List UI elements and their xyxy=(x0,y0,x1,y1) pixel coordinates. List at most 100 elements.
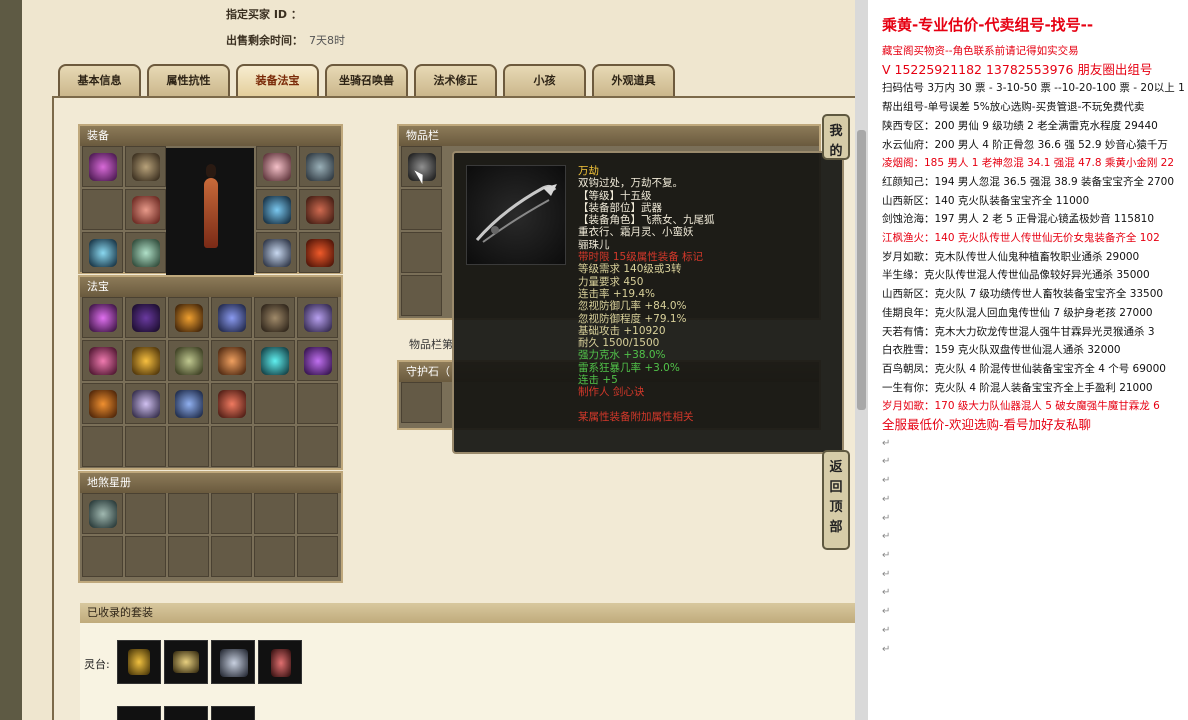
fabao-slot[interactable] xyxy=(125,297,166,338)
suit-icon[interactable] xyxy=(211,706,255,720)
tooltip-attribute-line: 雷系狂暴几率 +3.0% xyxy=(578,361,680,374)
tooltip-attribute-line: 忽视防御几率 +84.0% xyxy=(578,300,687,313)
fabao-slot[interactable] xyxy=(82,297,123,338)
fabao-slot[interactable] xyxy=(125,383,166,424)
tab-equipment[interactable]: 装备法宝 xyxy=(236,64,319,96)
suit-icon[interactable] xyxy=(117,640,161,684)
equip-slot-weapon[interactable] xyxy=(82,232,123,273)
tab-bar: 基本信息 属性抗性 装备法宝 坐骑召唤兽 法术修正 小孩 外观道具 xyxy=(58,64,675,96)
paragraph-mark: ↵ xyxy=(882,624,891,636)
paragraph-mark: ↵ xyxy=(882,437,891,449)
item-description: 双钩过处，万劫不复。 xyxy=(578,177,683,190)
fabao-slot-empty[interactable] xyxy=(254,426,295,467)
disha-slot-empty[interactable] xyxy=(168,493,209,534)
equip-slot-helmet[interactable] xyxy=(82,146,123,187)
doc-line: 帮出组号-单号误差 5%放心选购-买贵管退-不玩免费代卖 xyxy=(882,101,1145,114)
game-window: 指定买家 ID ： 出售剩余时间： 7天8时 基本信息 属性抗性 装备法宝 坐骑召… xyxy=(0,0,855,720)
disha-slot-empty[interactable] xyxy=(82,536,123,577)
suit-icon[interactable] xyxy=(164,706,208,720)
paragraph-mark: ↵ xyxy=(882,493,891,505)
fabao-slot-empty[interactable] xyxy=(297,383,338,424)
equip-slot-armor[interactable] xyxy=(125,189,166,230)
fabao-slot[interactable] xyxy=(297,297,338,338)
equip-slot-belt[interactable] xyxy=(256,232,297,273)
suit-icon[interactable] xyxy=(117,706,161,720)
fabao-slot[interactable] xyxy=(168,340,209,381)
item-name: 万劫 xyxy=(578,165,599,177)
inventory-slot-empty[interactable] xyxy=(401,232,442,273)
equip-slot-ring-1[interactable] xyxy=(256,189,297,230)
fabao-slot[interactable] xyxy=(254,340,295,381)
doc-line: 陕西专区：200 男仙 9 级功绩 2 老全满雷克水程度 29440 xyxy=(882,119,1158,132)
fabao-slot-empty[interactable] xyxy=(211,426,252,467)
disha-slot-empty[interactable] xyxy=(211,536,252,577)
disha-slot-empty[interactable] xyxy=(125,493,166,534)
tab-attributes[interactable]: 属性抗性 xyxy=(147,64,230,96)
tab-basic-info[interactable]: 基本信息 xyxy=(58,64,141,96)
my-side-button[interactable]: 我的 xyxy=(822,114,850,160)
suit-icon[interactable] xyxy=(211,640,255,684)
doc-line: 岁月如歌：克木队传世人仙鬼种植畜牧职业通杀 29000 xyxy=(882,250,1140,263)
fabao-slot-empty[interactable] xyxy=(82,426,123,467)
tooltip-attribute-line: 力量要求 450 xyxy=(578,275,644,288)
equip-slot-boots[interactable] xyxy=(125,232,166,273)
doc-line: 凌烟阁：185 男人 1 老神忽混 34.1 强混 47.8 乘黄小金刚 22 xyxy=(882,157,1175,170)
doc-line: 扫码估号 3万内 30 票 - 3-10-50 票 --10-20-100 票 … xyxy=(882,82,1185,95)
fabao-slot-empty[interactable] xyxy=(297,426,338,467)
doc-line: 水云仙府：200 男人 4 阶正骨忽 36.6 强 52.9 妙音心猿千万 xyxy=(882,138,1168,151)
disha-slot-empty[interactable] xyxy=(297,493,338,534)
equip-slot-necklace[interactable] xyxy=(125,146,166,187)
equip-slot-accessory-1[interactable] xyxy=(256,146,297,187)
doc-line: 全服最低价-欢迎选购-看号加好友私聊 xyxy=(882,417,1092,433)
vertical-scrollbar[interactable] xyxy=(855,0,868,720)
doc-line: 山西新区：克火队 7 级功绩传世人畜牧装备宝宝齐全 33500 xyxy=(882,288,1164,301)
suit-icon[interactable] xyxy=(258,640,302,684)
fabao-slot[interactable] xyxy=(168,383,209,424)
tab-spell-correction[interactable]: 法术修正 xyxy=(414,64,497,96)
tab-appearance[interactable]: 外观道具 xyxy=(592,64,675,96)
tab-children[interactable]: 小孩 xyxy=(503,64,586,96)
disha-slot-empty[interactable] xyxy=(254,536,295,577)
fabao-slot[interactable] xyxy=(125,340,166,381)
equip-slot-ring-2[interactable] xyxy=(299,189,340,230)
fabao-slot[interactable] xyxy=(297,340,338,381)
back-to-top-button[interactable]: 返回顶部 xyxy=(822,450,850,550)
fabao-slot[interactable] xyxy=(211,297,252,338)
fabao-slot[interactable] xyxy=(82,340,123,381)
doc-line: V 15225921182 13782553976 朋友圈出组号 xyxy=(882,61,1153,77)
paragraph-mark: ↵ xyxy=(882,549,891,561)
fabao-slot[interactable] xyxy=(211,383,252,424)
equip-slot-accessory-2[interactable] xyxy=(299,146,340,187)
equip-slot-empty[interactable] xyxy=(82,189,123,230)
equip-slot-talisman[interactable] xyxy=(299,232,340,273)
inventory-slot-empty[interactable] xyxy=(401,189,442,230)
paragraph-mark: ↵ xyxy=(882,568,891,580)
inventory-slot-empty[interactable] xyxy=(401,275,442,316)
suit-icon[interactable] xyxy=(164,640,208,684)
disha-slot[interactable] xyxy=(82,493,123,534)
fabao-slot[interactable] xyxy=(211,340,252,381)
tab-mounts-pets[interactable]: 坐骑召唤兽 xyxy=(325,64,408,96)
fabao-slot[interactable] xyxy=(82,383,123,424)
disha-slot-empty[interactable] xyxy=(125,536,166,577)
disha-slot-empty[interactable] xyxy=(254,493,295,534)
doc-line: 佳期良年：克火队混人回血鬼传世仙 7 级护身老孩 27000 xyxy=(882,306,1153,319)
inventory-page-label: 物品栏第 xyxy=(409,338,453,351)
tooltip-attribute-line: 忽视防御程度 +79.1% xyxy=(578,312,687,325)
item-tooltip: 万劫 双钩过处，万劫不复。 【等级】十五级 【装备部位】武器 【装备角色】飞燕女、九… xyxy=(452,151,844,454)
fabao-slot-empty[interactable] xyxy=(254,383,295,424)
fabao-slot[interactable] xyxy=(168,297,209,338)
weapon-image xyxy=(466,165,566,265)
scrollbar-thumb[interactable] xyxy=(857,130,866,410)
lingtai-label: 灵台: xyxy=(84,658,110,671)
fabao-slot-empty[interactable] xyxy=(168,426,209,467)
doc-line: 半生缘：克火队传世混人传世仙品像较好异光通杀 35000 xyxy=(882,269,1150,282)
guard-slot-empty[interactable] xyxy=(401,382,442,423)
disha-slot-empty[interactable] xyxy=(297,536,338,577)
disha-slot-empty[interactable] xyxy=(168,536,209,577)
disha-slot-empty[interactable] xyxy=(211,493,252,534)
paragraph-mark: ↵ xyxy=(882,512,891,524)
fabao-slot[interactable] xyxy=(254,297,295,338)
fabao-slot-empty[interactable] xyxy=(125,426,166,467)
equipment-title: 装备 xyxy=(80,126,341,146)
